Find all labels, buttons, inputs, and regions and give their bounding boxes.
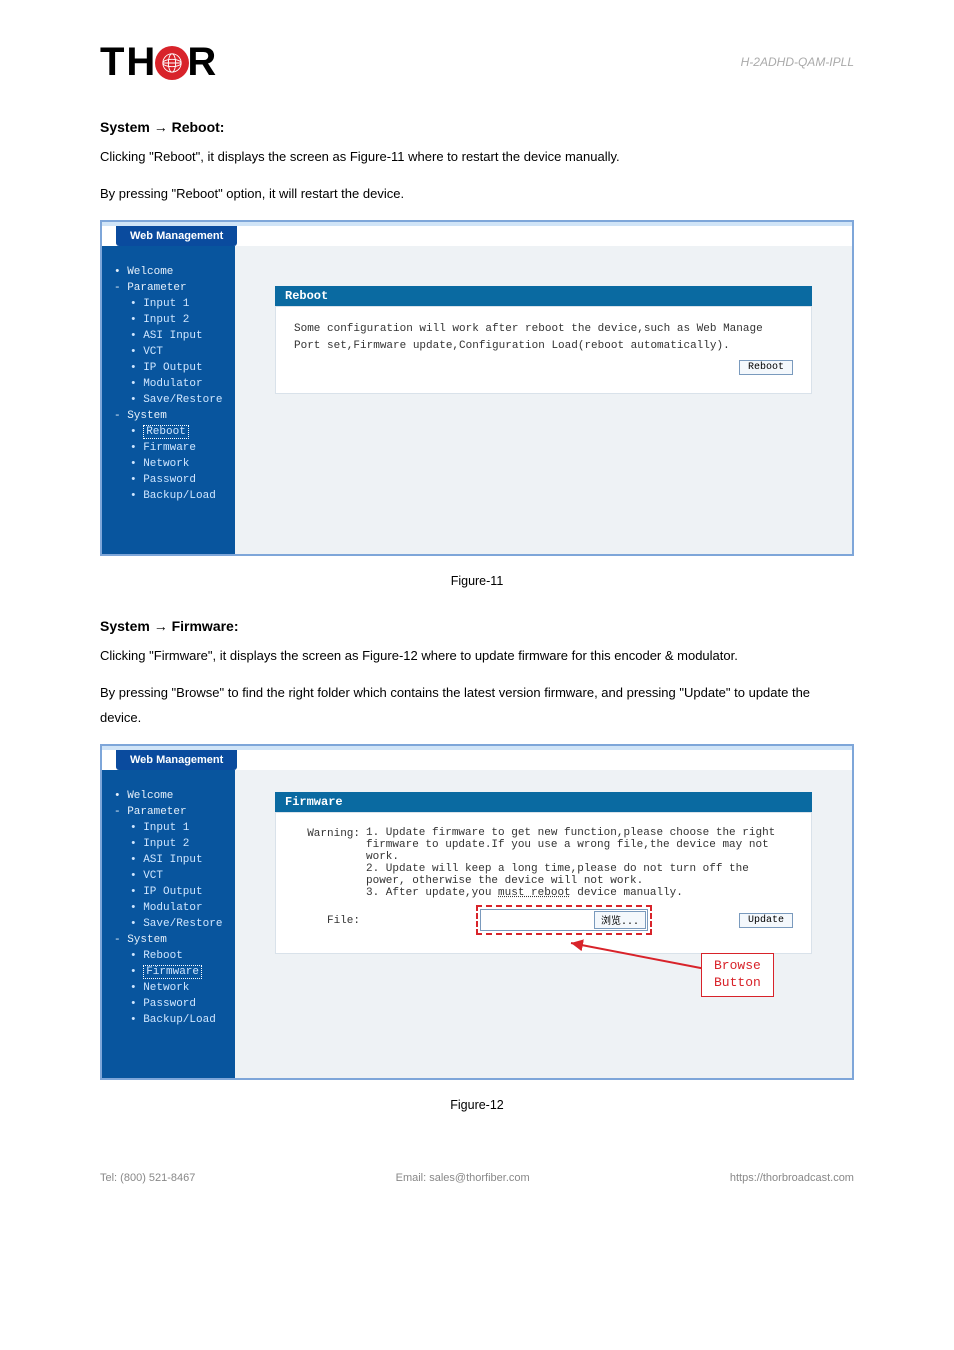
sidebar-item-asi-2[interactable]: ASI Input	[102, 853, 235, 867]
logo-text: TH R	[100, 40, 218, 85]
sidebar-item-save-2[interactable]: Save/Restore	[102, 917, 235, 931]
web-mgmt-header: Web Management	[116, 226, 237, 246]
sidebar-item-welcome[interactable]: Welcome	[102, 265, 235, 279]
fw-warning-3: 3. After update,you must reboot device m…	[366, 887, 683, 899]
sidebar-group-system-2[interactable]: System	[102, 933, 235, 947]
web-mgmt-header-2: Web Management	[116, 750, 237, 770]
sidebar-item-save[interactable]: Save/Restore	[102, 393, 235, 407]
figure-11-caption: Figure-11	[100, 574, 854, 588]
logo-th: TH	[100, 40, 157, 85]
browse-callout: BrowseButton	[701, 953, 774, 997]
sidebar-item-backup-2[interactable]: Backup/Load	[102, 1013, 235, 1027]
sidebar-item-mod-2[interactable]: Modulator	[102, 901, 235, 915]
figure-11: Web Management Welcome Parameter Input 1…	[100, 220, 854, 556]
sidebar-item-welcome-2[interactable]: Welcome	[102, 789, 235, 803]
sidebar-item-backup[interactable]: Backup/Load	[102, 489, 235, 503]
section-title-reboot: System → Reboot:	[100, 119, 854, 135]
section-title-firmware: System → Firmware:	[100, 618, 854, 634]
reboot-panel-text: Some configuration will work after reboo…	[294, 321, 793, 354]
panel-title-reboot: Reboot	[275, 286, 812, 306]
main-panel: Reboot Some configuration will work afte…	[235, 246, 852, 554]
file-label: File:	[294, 914, 366, 927]
firmware-paragraph-2: By pressing "Browse" to find the right f…	[100, 681, 854, 730]
sidebar-item-firmware-2[interactable]: Firmware	[102, 965, 235, 979]
sidebar-item-asi[interactable]: ASI Input	[102, 329, 235, 343]
sidebar-item-vct[interactable]: VCT	[102, 345, 235, 359]
sidebar-item-input2[interactable]: Input 2	[102, 313, 235, 327]
sidebar-item-ipout[interactable]: IP Output	[102, 361, 235, 375]
footer-url: https://thorbroadcast.com	[730, 1172, 854, 1184]
sidebar-item-network[interactable]: Network	[102, 457, 235, 471]
update-button[interactable]: Update	[739, 913, 793, 928]
sidebar-item-firmware[interactable]: Firmware	[102, 441, 235, 455]
reboot-paragraph-1: Clicking "Reboot", it displays the scree…	[100, 145, 854, 170]
page-footer: Tel: (800) 521-8467 Email: sales@thorfib…	[100, 1172, 854, 1184]
footer-email: Email: sales@thorfiber.com	[396, 1172, 530, 1184]
browse-button[interactable]: 浏览...	[594, 911, 646, 929]
arrow-icon	[546, 935, 726, 985]
sidebar-group-parameter[interactable]: Parameter	[102, 281, 235, 295]
sidebar-group-parameter-2[interactable]: Parameter	[102, 805, 235, 819]
sidebar-item-mod[interactable]: Modulator	[102, 377, 235, 391]
sidebar-item-input1[interactable]: Input 1	[102, 297, 235, 311]
sidebar-item-vct-2[interactable]: VCT	[102, 869, 235, 883]
figure-12-caption: Figure-12	[100, 1098, 854, 1112]
sidebar-item-ipout-2[interactable]: IP Output	[102, 885, 235, 899]
sidebar-item-reboot-2[interactable]: Reboot	[102, 949, 235, 963]
file-input[interactable]: 浏览...	[480, 909, 648, 931]
sidebar-item-input1-2[interactable]: Input 1	[102, 821, 235, 835]
reboot-paragraph-2: By pressing "Reboot" option, it will res…	[100, 182, 854, 207]
fw-warning-2: 2. Update will keep a long time,please d…	[366, 863, 749, 887]
sidebar-item-password-2[interactable]: Password	[102, 997, 235, 1011]
firmware-paragraph-1: Clicking "Firmware", it displays the scr…	[100, 644, 854, 669]
logo-globe-icon	[155, 46, 189, 80]
warning-label: Warning:	[294, 827, 366, 899]
sidebar-item-password[interactable]: Password	[102, 473, 235, 487]
reboot-button[interactable]: Reboot	[739, 360, 793, 375]
sidebar-2: Welcome Parameter Input 1 Input 2 ASI In…	[102, 770, 235, 1078]
main-panel-2: Firmware Warning: 1. Update firmware to …	[235, 770, 852, 1078]
logo-r: R	[187, 40, 218, 85]
sidebar-group-system[interactable]: System	[102, 409, 235, 423]
sidebar-item-network-2[interactable]: Network	[102, 981, 235, 995]
browse-highlight: 浏览...	[476, 905, 652, 935]
figure-12: Web Management Welcome Parameter Input 1…	[100, 744, 854, 1080]
panel-title-firmware: Firmware	[275, 792, 812, 812]
sidebar-item-reboot[interactable]: Reboot	[102, 425, 235, 439]
fw-warning-1: 1. Update firmware to get new function,p…	[366, 827, 775, 863]
sidebar: Welcome Parameter Input 1 Input 2 ASI In…	[102, 246, 235, 554]
footer-tel: Tel: (800) 521-8467	[100, 1172, 195, 1184]
sidebar-item-input2-2[interactable]: Input 2	[102, 837, 235, 851]
